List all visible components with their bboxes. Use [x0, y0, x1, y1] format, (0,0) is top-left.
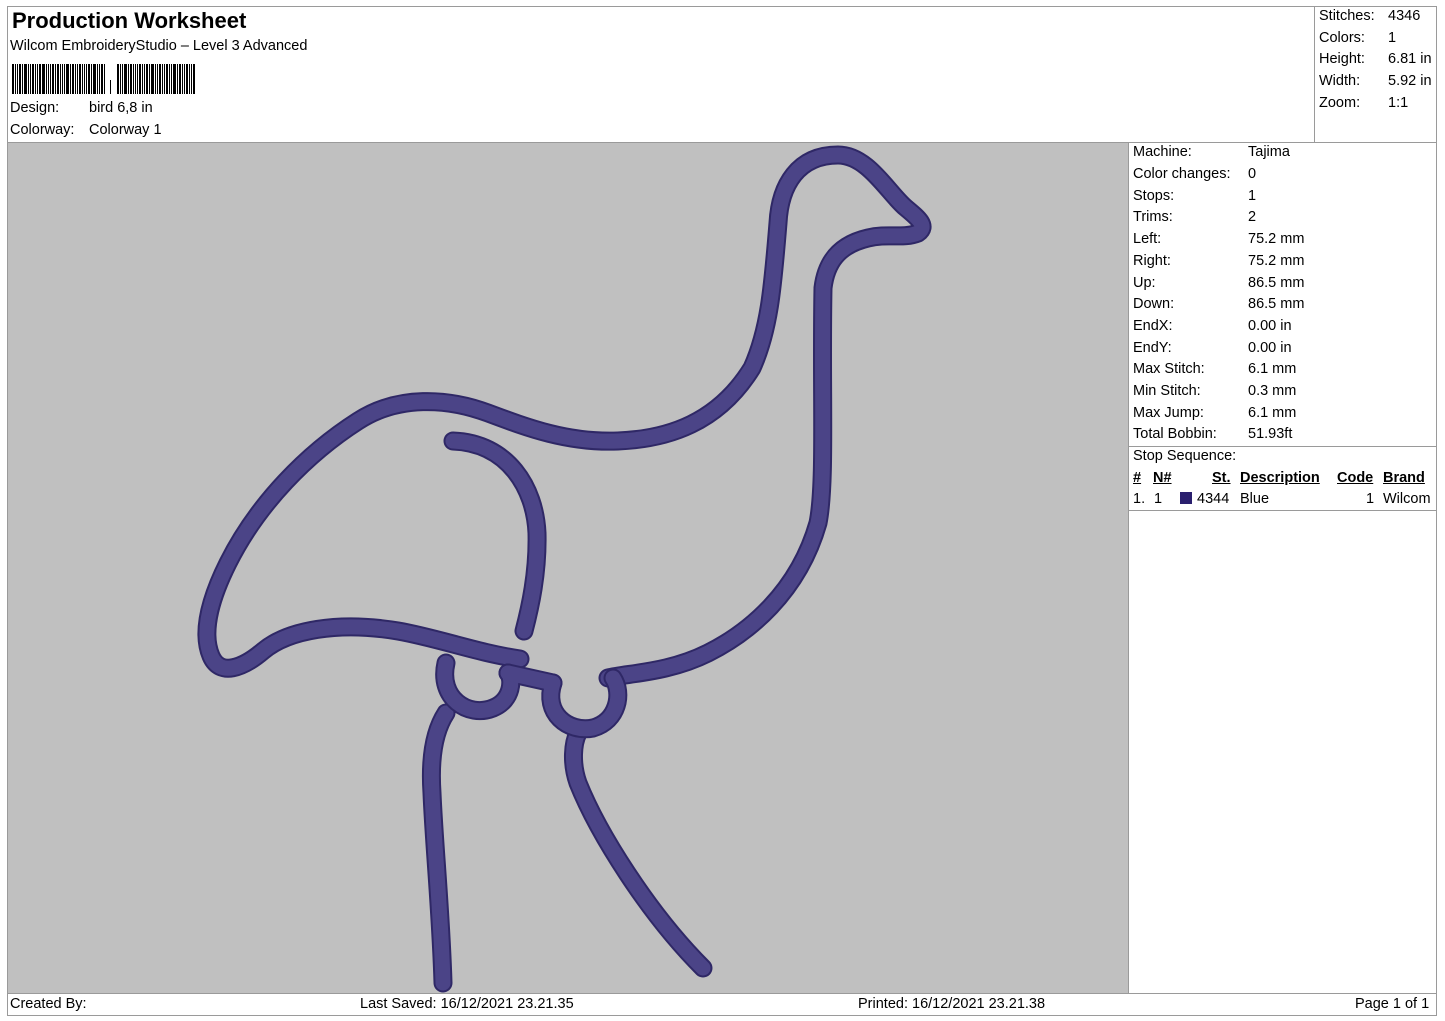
row-stitches: 4344 — [1197, 491, 1230, 507]
stop-sequence-divider — [1128, 446, 1437, 447]
info-label: EndX: — [1133, 318, 1173, 334]
design-value: bird 6,8 in — [89, 100, 153, 116]
info-label: Max Jump: — [1133, 405, 1204, 421]
info-value: 86.5 mm — [1248, 296, 1305, 312]
row-index: 1. — [1133, 491, 1146, 507]
column-header-brand: Brand — [1383, 470, 1425, 486]
stat-label: Height: — [1319, 51, 1365, 67]
info-label: EndY: — [1133, 340, 1172, 356]
info-value: Tajima — [1248, 144, 1290, 160]
software-name: Wilcom EmbroideryStudio – Level 3 Advanc… — [10, 38, 308, 54]
colorway-label: Colorway: — [10, 122, 75, 138]
stop-table-divider — [1128, 510, 1437, 511]
bird-embroidery-design — [197, 145, 932, 993]
page-number: Page 1 of 1 — [1355, 996, 1430, 1012]
design-label: Design: — [10, 100, 60, 116]
row-description: Blue — [1240, 491, 1270, 507]
column-header-code: Code — [1337, 470, 1374, 486]
column-header-n: N# — [1153, 470, 1172, 486]
info-label: Total Bobbin: — [1133, 426, 1217, 442]
info-value: 0.00 in — [1248, 318, 1292, 334]
info-value: 1 — [1248, 188, 1257, 204]
info-label: Max Stitch: — [1133, 361, 1205, 377]
design-preview — [8, 143, 1128, 993]
created-by: Created By: — [10, 996, 87, 1012]
stat-label: Colors: — [1319, 30, 1365, 46]
stat-value: 1 — [1388, 30, 1397, 46]
row-code: 1 — [1366, 491, 1375, 507]
info-value: 51.93ft — [1248, 426, 1293, 442]
barcode-image — [12, 60, 232, 94]
stat-label: Width: — [1319, 73, 1361, 89]
column-header-stitches: St. — [1212, 470, 1231, 486]
colorway-value: Colorway 1 — [89, 122, 162, 138]
stat-value: 4346 — [1388, 8, 1421, 24]
stat-value: 1:1 — [1388, 95, 1409, 111]
stat-label: Stitches: — [1319, 8, 1375, 24]
stats-divider — [1314, 6, 1315, 143]
info-value: 6.1 mm — [1248, 361, 1297, 377]
info-label: Right: — [1133, 253, 1171, 269]
stat-label: Zoom: — [1319, 95, 1361, 111]
row-n: 1 — [1154, 491, 1163, 507]
column-header-index: # — [1133, 470, 1142, 486]
page-title: Production Worksheet — [12, 8, 247, 33]
info-label: Down: — [1133, 296, 1175, 312]
info-value: 75.2 mm — [1248, 231, 1305, 247]
info-label: Trims: — [1133, 209, 1173, 225]
color-swatch — [1180, 492, 1192, 504]
info-label: Color changes: — [1133, 166, 1231, 182]
info-label: Machine: — [1133, 144, 1192, 160]
info-label: Left: — [1133, 231, 1162, 247]
column-header-description: Description — [1240, 470, 1320, 486]
info-value: 0.00 in — [1248, 340, 1292, 356]
info-label: Up: — [1133, 275, 1156, 291]
row-brand: Wilcom — [1383, 491, 1431, 507]
info-value: 6.1 mm — [1248, 405, 1297, 421]
info-value: 75.2 mm — [1248, 253, 1305, 269]
info-label: Min Stitch: — [1133, 383, 1201, 399]
info-value: 86.5 mm — [1248, 275, 1305, 291]
info-value: 0.3 mm — [1248, 383, 1297, 399]
stat-value: 5.92 in — [1388, 73, 1432, 89]
info-value: 2 — [1248, 209, 1257, 225]
stop-sequence-title: Stop Sequence: — [1133, 448, 1237, 464]
stat-value: 6.81 in — [1388, 51, 1432, 67]
sidebar-divider — [1128, 142, 1129, 994]
footer-divider — [7, 993, 1437, 994]
info-label: Stops: — [1133, 188, 1175, 204]
last-saved: Last Saved: 16/12/2021 23.21.35 — [360, 996, 574, 1012]
printed-date: Printed: 16/12/2021 23.21.38 — [858, 996, 1046, 1012]
info-value: 0 — [1248, 166, 1257, 182]
